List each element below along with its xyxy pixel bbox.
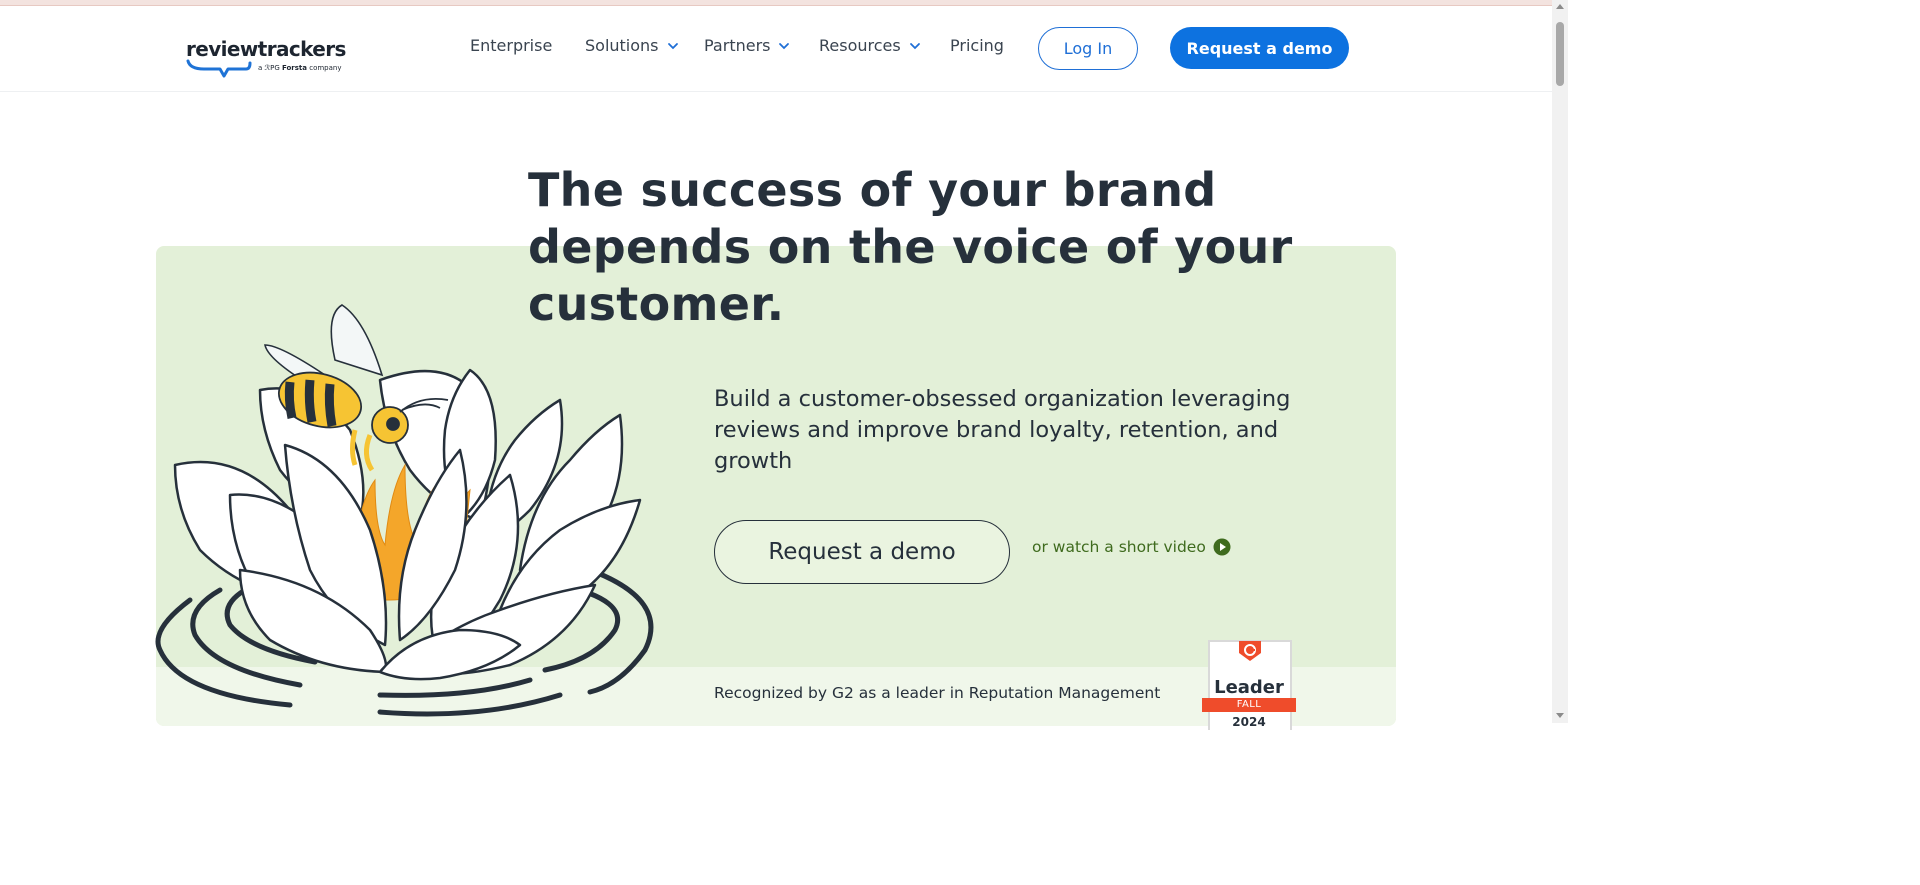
g2-logo-icon	[1239, 641, 1261, 661]
lotus-bee-illustration	[155, 304, 654, 717]
chevron-down-icon	[779, 42, 790, 49]
logo-tagline-brand: Forsta	[281, 64, 307, 72]
watch-video-label: or watch a short video	[1032, 538, 1206, 556]
nav-enterprise[interactable]: Enterprise	[470, 36, 552, 55]
site-header: reviewtrackers a ℛPG Forsta company Ente…	[0, 6, 1552, 92]
reviewtrackers-logo[interactable]: reviewtrackers a ℛPG Forsta company	[186, 37, 346, 83]
nav-solutions-label: Solutions	[585, 36, 659, 55]
logo-tagline: a ℛPG Forsta company	[258, 64, 342, 72]
logo-speech-swoosh-icon	[186, 59, 252, 78]
play-circle-icon	[1213, 538, 1231, 556]
page-scrollbar[interactable]	[1552, 0, 1568, 723]
g2-recognition-text: Recognized by G2 as a leader in Reputati…	[714, 684, 1161, 702]
request-demo-header-button[interactable]: Request a demo	[1170, 27, 1349, 69]
nav-partners[interactable]: Partners	[704, 36, 790, 55]
nav-enterprise-label: Enterprise	[470, 36, 553, 55]
scroll-down-arrow-icon[interactable]	[1556, 713, 1564, 718]
nav-pricing-label: Pricing	[950, 36, 1004, 55]
hero-subtitle: Build a customer-obsessed organization l…	[714, 386, 1291, 474]
nav-resources-label: Resources	[819, 36, 901, 55]
g2-badge-season: FALL	[1202, 698, 1296, 712]
logo-tagline-suffix: company	[309, 64, 342, 72]
logo-tagline-prefix: a	[258, 64, 263, 72]
chevron-down-icon	[667, 42, 678, 49]
scroll-up-arrow-icon[interactable]	[1556, 4, 1564, 9]
nav-partners-label: Partners	[704, 36, 771, 55]
request-demo-hero-button[interactable]: Request a demo	[714, 520, 1010, 584]
scroll-thumb[interactable]	[1556, 22, 1564, 86]
logo-wordmark: reviewtrackers	[186, 37, 346, 61]
g2-badge-year: 2024	[1232, 715, 1266, 729]
watch-video-link[interactable]: or watch a short video	[1032, 538, 1231, 556]
login-button[interactable]: Log In	[1038, 27, 1138, 70]
nav-resources[interactable]: Resources	[819, 36, 921, 55]
chevron-down-icon	[909, 42, 920, 49]
nav-pricing[interactable]: Pricing	[950, 36, 1004, 55]
g2-badge-title: Leader	[1214, 677, 1284, 698]
g2-leader-badge[interactable]: Leader FALL 2024	[1202, 640, 1296, 730]
hero-title: The success of your brand depends on the…	[528, 163, 1293, 331]
nav-solutions[interactable]: Solutions	[585, 36, 679, 55]
